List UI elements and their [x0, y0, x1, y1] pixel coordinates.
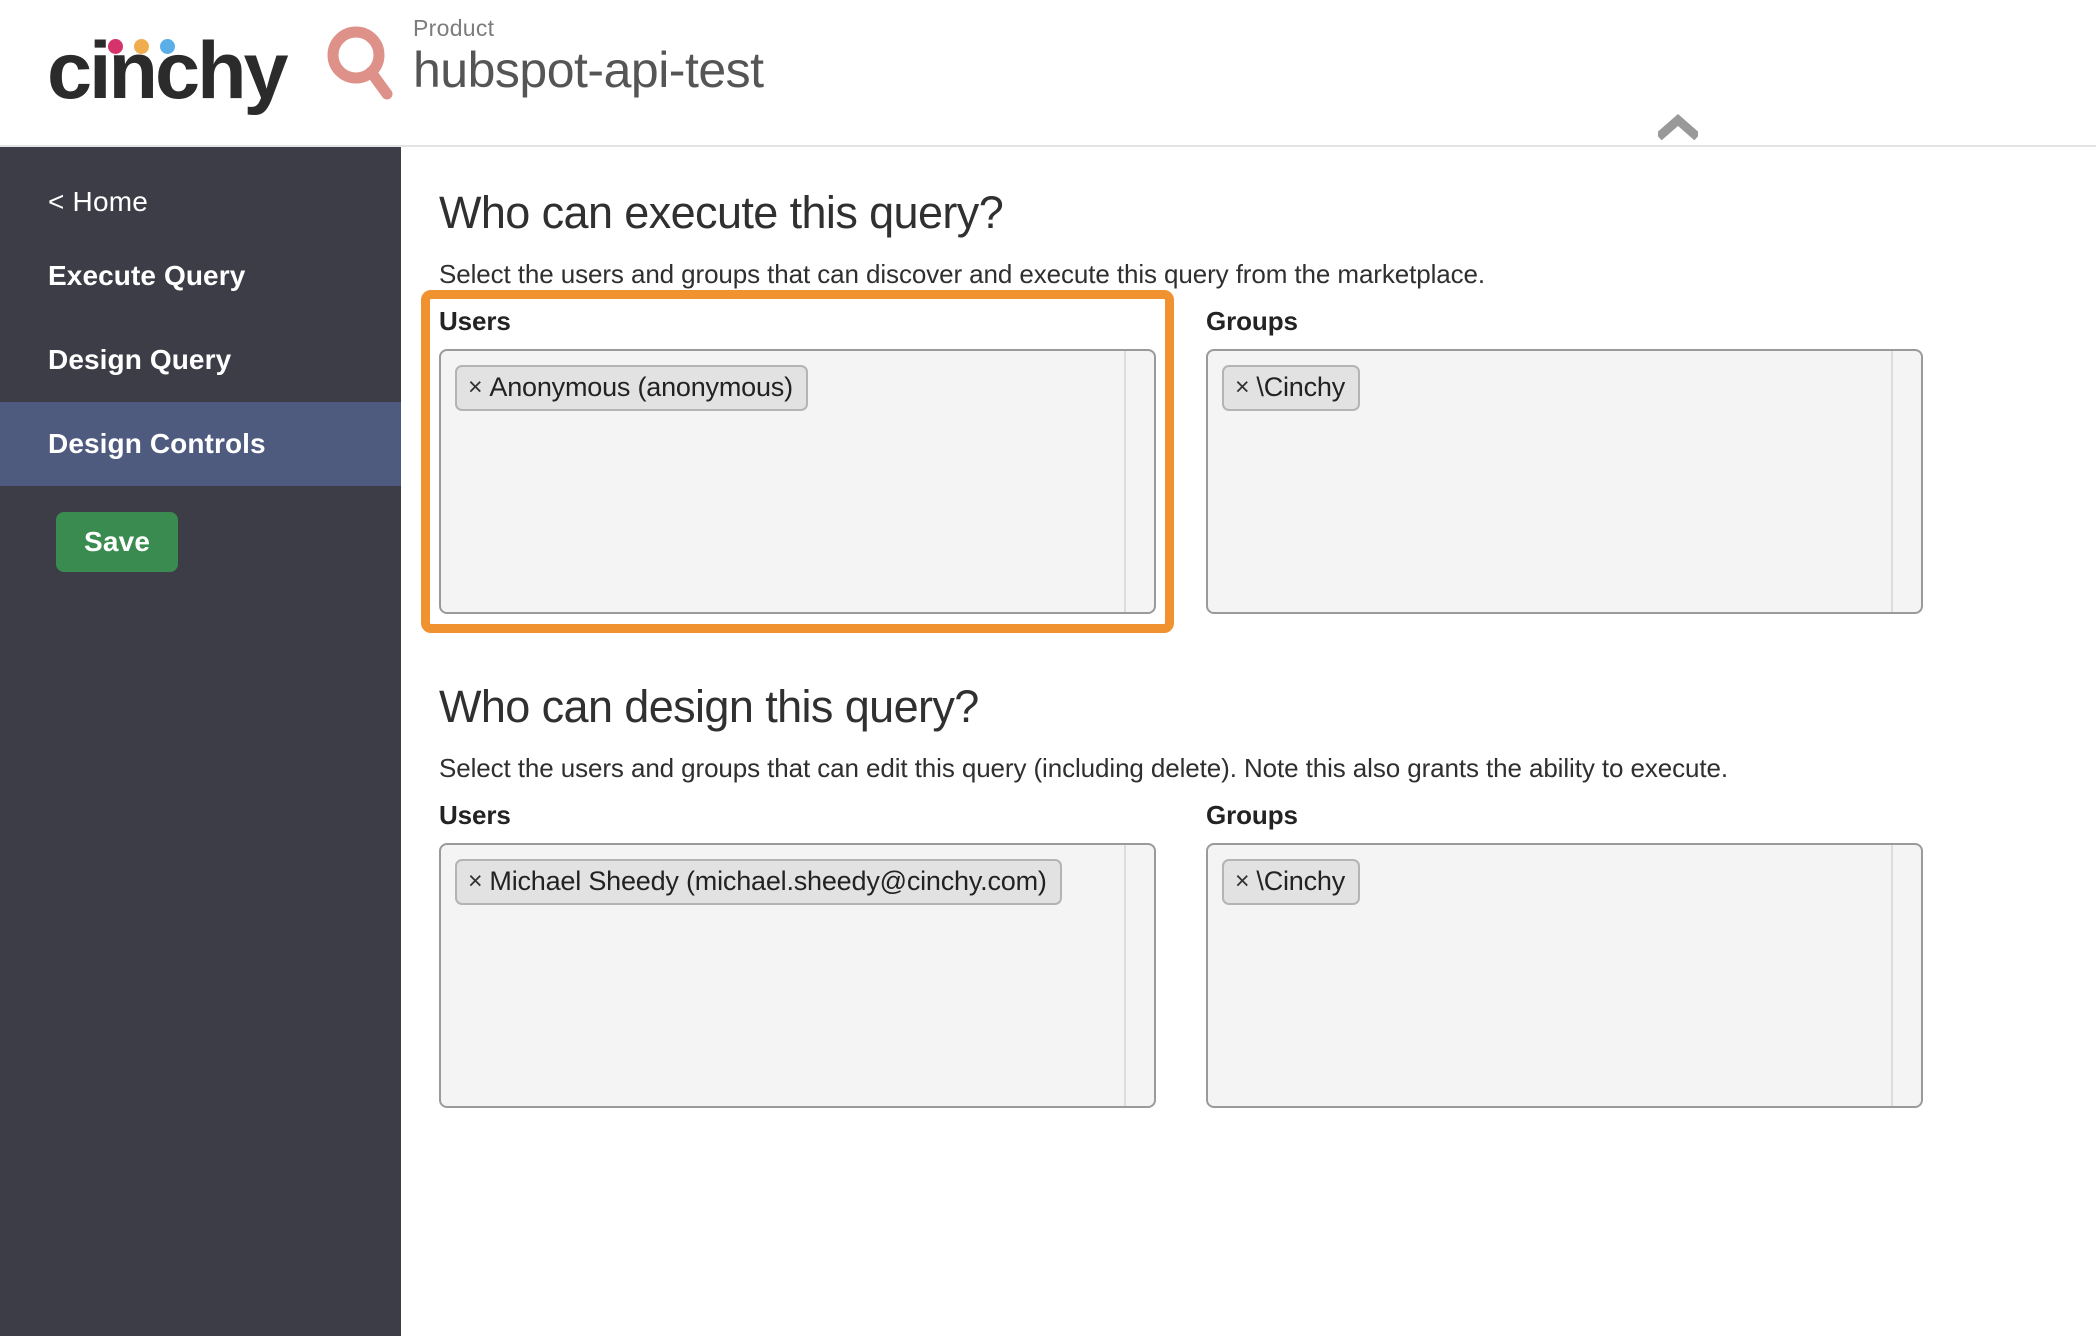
logo-wordmark: cinchy: [47, 26, 289, 116]
execute-users-label: Users: [439, 305, 511, 336]
execute-groups-chip-label: \Cinchy: [1256, 371, 1346, 402]
execute-groups-column: Groups × \Cinchy: [1206, 306, 1923, 614]
execute-users-chip[interactable]: × Anonymous (anonymous): [455, 364, 808, 411]
design-users-chip-label: Michael Sheedy (michael.sheedy@cinchy.co…: [489, 865, 1047, 896]
sidebar-item-execute-query[interactable]: Execute Query: [0, 234, 401, 318]
app-root: cinchy Product hubspot-api-test < Home E…: [0, 0, 2096, 1336]
product-title-block: Product hubspot-api-test: [413, 15, 764, 99]
design-users-label: Users: [439, 799, 511, 830]
sidebar-item-home[interactable]: < Home: [0, 170, 401, 234]
section-execute-permissions: Who can execute this query? Select the u…: [421, 186, 2096, 633]
design-users-chip[interactable]: × Michael Sheedy (michael.sheedy@cinchy.…: [455, 858, 1062, 905]
search-icon[interactable]: [325, 26, 395, 100]
save-button[interactable]: Save: [56, 512, 179, 572]
section-design-permissions: Who can design this query? Select the us…: [439, 680, 2096, 1108]
design-groups-label: Groups: [1206, 799, 1298, 830]
design-groups-chip-label: \Cinchy: [1256, 865, 1346, 896]
execute-users-chip-label: Anonymous (anonymous): [489, 371, 793, 402]
design-groups-chip[interactable]: × \Cinchy: [1222, 858, 1361, 905]
sidebar-item-design-query[interactable]: Design Query: [0, 318, 401, 402]
design-users-tagbox[interactable]: × Michael Sheedy (michael.sheedy@cinchy.…: [439, 842, 1156, 1108]
remove-chip-icon[interactable]: ×: [1235, 374, 1250, 400]
design-groups-tagbox[interactable]: × \Cinchy: [1206, 842, 1923, 1108]
product-kicker: Product: [413, 15, 495, 41]
section-description-execute: Select the users and groups that can dis…: [439, 259, 1486, 289]
execute-groups-tagbox[interactable]: × \Cinchy: [1206, 348, 1923, 614]
remove-chip-icon[interactable]: ×: [468, 868, 483, 894]
execute-users-column: Users × Anonymous (anonymous): [421, 289, 1174, 633]
page-title: hubspot-api-test: [413, 42, 764, 99]
execute-groups-chip[interactable]: × \Cinchy: [1222, 364, 1361, 411]
design-users-column: Users × Michael Sheedy (michael.sheedy@c…: [439, 800, 1156, 1108]
remove-chip-icon[interactable]: ×: [468, 374, 483, 400]
sidebar: < Home Execute Query Design Query Design…: [0, 146, 401, 1336]
header-divider: [0, 145, 2096, 147]
sidebar-item-design-controls[interactable]: Design Controls: [0, 402, 401, 486]
permission-columns-design: Users × Michael Sheedy (michael.sheedy@c…: [439, 800, 2096, 1108]
sidebar-save-area: Save: [0, 486, 401, 572]
section-title-design: Who can design this query?: [439, 680, 979, 732]
cinchy-logo[interactable]: cinchy: [25, 21, 293, 125]
section-description-design: Select the users and groups that can edi…: [439, 752, 1728, 783]
chevron-up-icon[interactable]: [1655, 110, 1701, 144]
permission-columns-execute: Users × Anonymous (anonymous) Groups × \…: [421, 289, 2096, 633]
app-header: cinchy Product hubspot-api-test: [0, 0, 2096, 147]
section-title-execute: Who can execute this query?: [439, 187, 1004, 238]
main-content: Who can execute this query? Select the u…: [401, 146, 2096, 1336]
design-groups-column: Groups × \Cinchy: [1206, 800, 1923, 1108]
remove-chip-icon[interactable]: ×: [1235, 868, 1250, 894]
execute-groups-label: Groups: [1206, 305, 1298, 336]
execute-users-tagbox[interactable]: × Anonymous (anonymous): [439, 348, 1156, 614]
brand-area: cinchy: [0, 21, 293, 125]
